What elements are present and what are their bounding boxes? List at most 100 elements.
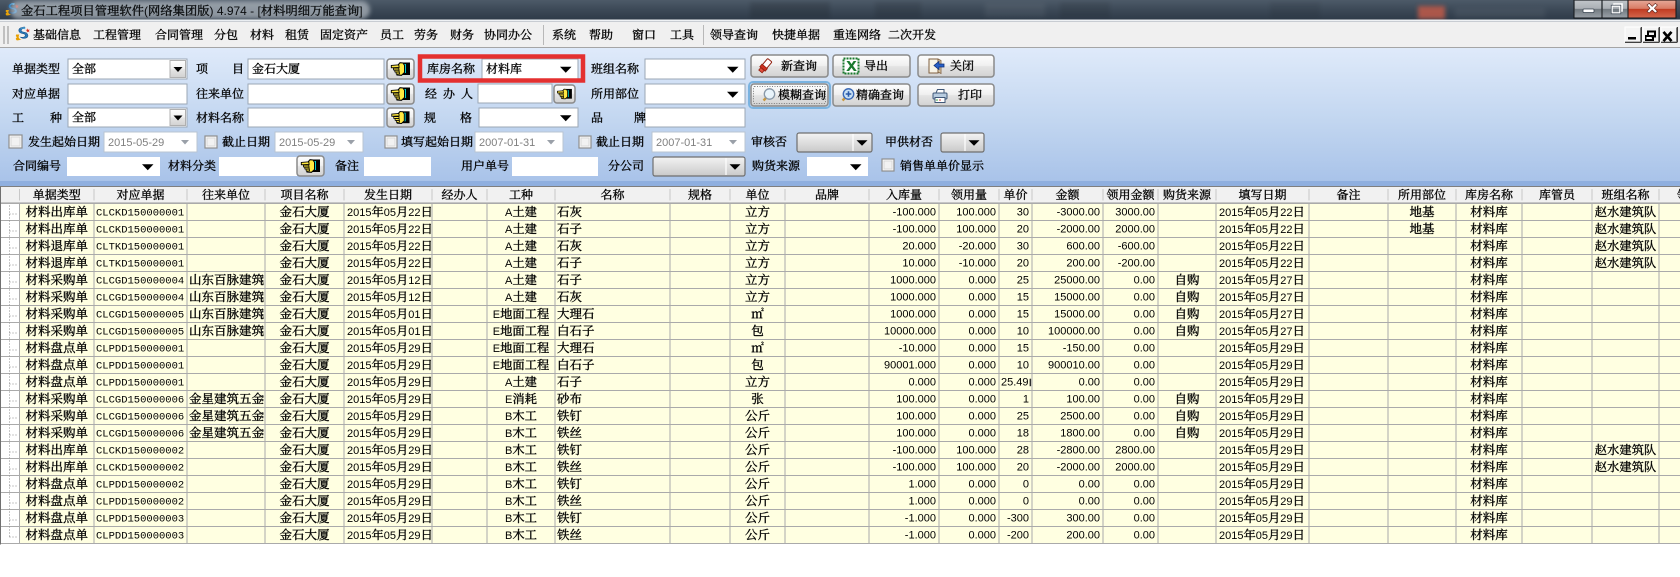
svg-text:2007-01-31: 2007-01-31 [656, 137, 712, 149]
svg-text:0.00: 0.00 [1134, 377, 1155, 389]
svg-text:29: 29 [1280, 428, 1292, 440]
svg-text:2015: 2015 [1219, 377, 1243, 389]
svg-text:-10.000: -10.000 [899, 343, 936, 355]
svg-text:0.00: 0.00 [1134, 428, 1155, 440]
svg-text:29: 29 [1280, 377, 1292, 389]
svg-text:2015: 2015 [1219, 496, 1243, 508]
svg-text:B: B [505, 411, 512, 423]
svg-text:-1.000: -1.000 [905, 530, 936, 542]
svg-text:29: 29 [1280, 445, 1292, 457]
svg-text:-10.000: -10.000 [959, 258, 996, 270]
svg-text:300.00: 300.00 [1066, 513, 1100, 525]
svg-text:2015: 2015 [347, 462, 371, 474]
svg-text:2007-01-31: 2007-01-31 [479, 137, 535, 149]
svg-text:0.000: 0.000 [968, 496, 996, 508]
svg-text:0.00: 0.00 [1079, 479, 1100, 491]
svg-text:10.000: 10.000 [902, 258, 936, 270]
svg-text:CLCGD150000004: CLCGD150000004 [96, 276, 184, 288]
svg-text:05: 05 [384, 513, 396, 525]
svg-text:2015: 2015 [347, 241, 371, 253]
svg-text:0.000: 0.000 [968, 377, 996, 389]
svg-text:0.00: 0.00 [1079, 377, 1100, 389]
svg-text:2015: 2015 [1219, 241, 1243, 253]
svg-text:1000.000: 1000.000 [890, 309, 936, 321]
svg-text:2015: 2015 [347, 309, 371, 321]
svg-text:100000.00: 100000.00 [1048, 326, 1100, 338]
svg-text:05: 05 [384, 241, 396, 253]
svg-text:05: 05 [1256, 496, 1268, 508]
svg-text:200.00: 200.00 [1066, 530, 1100, 542]
svg-text:1000.000: 1000.000 [890, 292, 936, 304]
svg-text:05: 05 [384, 445, 396, 457]
svg-text:CLCKD150000002: CLCKD150000002 [96, 446, 184, 458]
svg-text:2015: 2015 [347, 360, 371, 372]
svg-text:29: 29 [1280, 394, 1292, 406]
svg-text:0.00: 0.00 [1134, 309, 1155, 321]
svg-text:CLCGD150000005: CLCGD150000005 [96, 327, 184, 339]
svg-text:05: 05 [384, 292, 396, 304]
svg-text:(: ( [144, 4, 148, 18]
svg-text:05: 05 [384, 309, 396, 321]
svg-text:E: E [493, 309, 500, 321]
svg-text:200.00: 200.00 [1066, 258, 1100, 270]
svg-text:0.000: 0.000 [968, 394, 996, 406]
svg-text:1000.000: 1000.000 [890, 275, 936, 287]
svg-text:05: 05 [1256, 530, 1268, 542]
svg-text:15000.00: 15000.00 [1054, 292, 1100, 304]
svg-text:0.00: 0.00 [1134, 343, 1155, 355]
svg-text:25: 25 [1017, 411, 1029, 423]
svg-text:1.000: 1.000 [908, 496, 936, 508]
svg-text:2015: 2015 [1219, 258, 1243, 270]
svg-text:2015: 2015 [1219, 224, 1243, 236]
svg-text:05: 05 [1256, 343, 1268, 355]
svg-text:29: 29 [408, 479, 420, 491]
svg-text:CLPDD150000003: CLPDD150000003 [96, 514, 184, 526]
svg-text:A: A [505, 258, 513, 270]
svg-text:2015: 2015 [347, 513, 371, 525]
svg-text:2015: 2015 [1219, 462, 1243, 474]
svg-text:05: 05 [1256, 462, 1268, 474]
svg-text:10000.000: 10000.000 [884, 326, 936, 338]
svg-text:B: B [505, 513, 512, 525]
svg-text:2015: 2015 [1219, 309, 1243, 321]
svg-text:29: 29 [408, 428, 420, 440]
svg-text:-2000.00: -2000.00 [1057, 462, 1100, 474]
svg-text:-100.000: -100.000 [893, 445, 936, 457]
svg-text:100.000: 100.000 [896, 394, 936, 406]
svg-text:29: 29 [408, 411, 420, 423]
svg-text:100.000: 100.000 [896, 411, 936, 423]
svg-text:CLTKD150000001: CLTKD150000001 [96, 259, 184, 271]
svg-text:0.000: 0.000 [968, 309, 996, 321]
svg-text:29: 29 [1280, 496, 1292, 508]
svg-text:2015: 2015 [1219, 411, 1243, 423]
svg-text:05: 05 [384, 343, 396, 355]
svg-text:25.49: 25.49 [1001, 377, 1029, 389]
svg-text:CLPDD150000001: CLPDD150000001 [96, 344, 184, 356]
svg-text:-600.00: -600.00 [1118, 241, 1155, 253]
svg-text:27: 27 [1280, 292, 1292, 304]
svg-text:0.00: 0.00 [1134, 275, 1155, 287]
svg-text:05: 05 [1256, 513, 1268, 525]
svg-text:CLPDD150000001: CLPDD150000001 [96, 378, 184, 390]
svg-text:22: 22 [1280, 207, 1292, 219]
svg-text:0.00: 0.00 [1134, 479, 1155, 491]
svg-text:2015: 2015 [347, 479, 371, 491]
svg-text:30: 30 [1017, 241, 1029, 253]
svg-text:10: 10 [1017, 360, 1029, 372]
svg-text:2000.00: 2000.00 [1115, 462, 1155, 474]
svg-text:CLCGD150000005: CLCGD150000005 [96, 310, 184, 322]
svg-text:05: 05 [384, 479, 396, 491]
svg-text:2015: 2015 [1219, 513, 1243, 525]
svg-text:12: 12 [408, 292, 420, 304]
svg-text:0.00: 0.00 [1079, 496, 1100, 508]
svg-text:29: 29 [1280, 462, 1292, 474]
svg-text:-100.000: -100.000 [893, 224, 936, 236]
svg-text:20: 20 [1017, 258, 1029, 270]
svg-text:2015: 2015 [347, 377, 371, 389]
svg-text:22: 22 [1280, 224, 1292, 236]
svg-text:0.00: 0.00 [1134, 530, 1155, 542]
svg-text:-100.000: -100.000 [893, 462, 936, 474]
svg-text:22: 22 [408, 207, 420, 219]
svg-text:05: 05 [1256, 360, 1268, 372]
svg-text:0.000: 0.000 [968, 530, 996, 542]
